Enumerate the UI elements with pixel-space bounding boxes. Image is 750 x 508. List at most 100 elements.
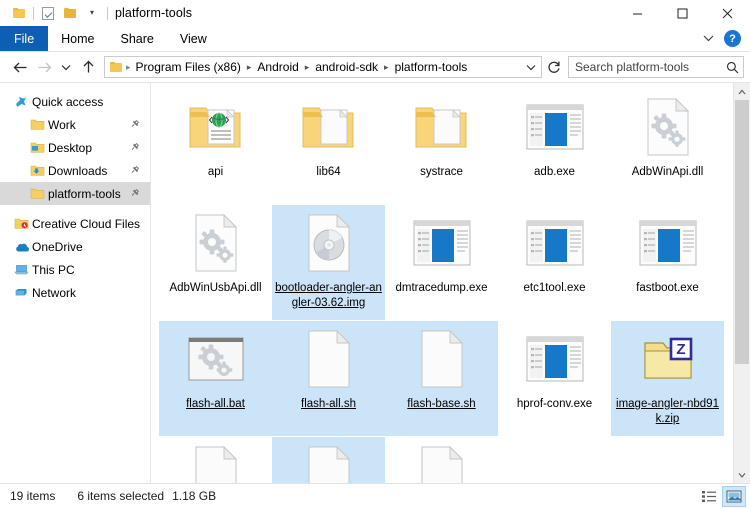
downloads-folder-icon [30, 164, 48, 177]
tab-file[interactable]: File [0, 26, 48, 51]
breadcrumb-arrow-2[interactable]: ▸ [384, 62, 389, 73]
sidebar-item-this-pc[interactable]: This PC [0, 258, 150, 281]
sidebar-label: platform-tools [48, 187, 121, 201]
file-tile[interactable]: systrace [385, 89, 498, 204]
this-pc-icon [14, 263, 32, 276]
breadcrumb-arrow-1[interactable]: ▸ [305, 62, 310, 73]
file-tile[interactable]: hprof-conv.exe [498, 321, 611, 436]
up-button[interactable] [76, 55, 100, 79]
tab-share[interactable]: Share [108, 26, 167, 51]
pin-icon[interactable] [130, 118, 140, 132]
search-input[interactable]: Search platform-tools [575, 60, 725, 74]
file-tile[interactable]: Z image-angler-nbd91k.zip [611, 321, 724, 436]
pin-icon[interactable] [130, 187, 140, 201]
sidebar-label: OneDrive [32, 240, 83, 254]
sidebar-label: Downloads [48, 164, 107, 178]
file-tile[interactable]: AdbWinUsbApi.dll [159, 205, 272, 320]
recent-locations-button[interactable] [56, 55, 76, 79]
file-tile[interactable]: lib64 [272, 89, 385, 204]
file-tile[interactable]: etc1tool.exe [498, 205, 611, 320]
navigation-pane: Quick access Work Desktop [0, 83, 151, 483]
file-name: AdbWinApi.dll [613, 165, 722, 180]
address-dropdown-icon[interactable] [523, 64, 539, 71]
qat-customize-caret-icon[interactable]: ▾ [81, 2, 103, 24]
sidebar-item-quick-access[interactable]: Quick access [0, 90, 150, 113]
sidebar-item-work[interactable]: Work [0, 113, 150, 136]
file-tile[interactable]: flash-base.sh [385, 321, 498, 436]
file-tile[interactable] [272, 437, 385, 483]
pin-icon[interactable] [130, 164, 140, 178]
qat-properties-icon[interactable] [37, 2, 59, 24]
details-view-button[interactable] [697, 486, 721, 507]
window-controls [615, 0, 750, 26]
ribbon-right-controls: ? [697, 26, 746, 51]
vertical-scrollbar[interactable] [733, 83, 750, 483]
breadcrumb-item-1[interactable]: Android [255, 59, 300, 75]
sidebar-item-network[interactable]: Network [0, 281, 150, 304]
file-name: dmtracedump.exe [387, 281, 496, 296]
breadcrumb-item-3[interactable]: platform-tools [393, 59, 470, 75]
file-tile[interactable]: AdbWinApi.dll [611, 89, 724, 204]
status-bar: 19 items 6 items selected 1.18 GB [0, 483, 750, 508]
file-tile[interactable]: dmtracedump.exe [385, 205, 498, 320]
folder-doc-icon [409, 93, 475, 161]
selection-size: 1.18 GB [172, 489, 216, 503]
blank-doc-icon [183, 441, 249, 483]
scroll-down-icon[interactable] [734, 466, 750, 483]
sidebar-item-onedrive[interactable]: OneDrive [0, 235, 150, 258]
breadcrumb-item-2[interactable]: android-sdk [313, 59, 380, 75]
tab-home[interactable]: Home [48, 26, 107, 51]
file-name: fastboot.exe [613, 281, 722, 296]
large-icons-view-button[interactable] [722, 486, 746, 507]
file-tile[interactable]: fastboot.exe [611, 205, 724, 320]
breadcrumb-arrow-0[interactable]: ▸ [247, 62, 252, 73]
file-tile[interactable]: flash-all.sh [272, 321, 385, 436]
sidebar-label: This PC [32, 263, 75, 277]
scrollbar-track[interactable] [734, 100, 750, 466]
file-tile[interactable]: adb.exe [498, 89, 611, 204]
qat-divider [33, 7, 34, 20]
close-button[interactable] [705, 0, 750, 26]
sidebar-item-creative-cloud-files[interactable]: Creative Cloud Files [0, 212, 150, 235]
help-button[interactable]: ? [724, 30, 741, 47]
file-explorer-window: ▾ platform-tools File Home Share View ? [0, 0, 750, 508]
creative-cloud-icon [14, 217, 32, 230]
file-name: lib64 [274, 165, 383, 180]
quick-access-toolbar: ▾ [8, 2, 103, 24]
refresh-button[interactable] [543, 56, 565, 78]
folder-html-icon [183, 93, 249, 161]
minimize-button[interactable] [615, 0, 660, 26]
tab-view[interactable]: View [167, 26, 220, 51]
expand-ribbon-icon[interactable] [697, 28, 719, 50]
sidebar-item-downloads[interactable]: Downloads [0, 159, 150, 182]
maximize-button[interactable] [660, 0, 705, 26]
file-tile[interactable] [385, 437, 498, 483]
qat-new-folder-icon[interactable] [59, 2, 81, 24]
file-tile[interactable]: api [159, 89, 272, 204]
scrollbar-thumb[interactable] [735, 100, 749, 364]
sidebar-label: Quick access [32, 95, 103, 109]
file-tile[interactable]: flash-all.bat [159, 321, 272, 436]
scroll-up-icon[interactable] [734, 83, 750, 100]
file-tile[interactable]: bootloader-angler-angler-03.62.img [272, 205, 385, 320]
search-box[interactable]: Search platform-tools [568, 56, 744, 78]
file-name: systrace [387, 165, 496, 180]
pin-icon[interactable] [130, 141, 140, 155]
file-grid: api lib64 [151, 83, 733, 483]
address-path-box[interactable]: ▸ Program Files (x86) ▸ Android ▸ androi… [104, 56, 542, 78]
sidebar-label: Desktop [48, 141, 92, 155]
sidebar-item-desktop[interactable]: Desktop [0, 136, 150, 159]
breadcrumb-item-0[interactable]: Program Files (x86) [134, 59, 243, 75]
exe-icon [522, 209, 588, 277]
file-tile[interactable] [159, 437, 272, 483]
file-name: etc1tool.exe [500, 281, 609, 296]
sidebar-label: Network [32, 286, 76, 300]
file-name: AdbWinUsbApi.dll [161, 281, 270, 296]
forward-button[interactable] [32, 55, 56, 79]
file-name: flash-all.bat [161, 397, 270, 412]
item-count: 19 items [10, 489, 55, 503]
sidebar-item-platform-tools[interactable]: platform-tools [0, 182, 150, 205]
qat-folder-icon[interactable] [8, 2, 30, 24]
dll-icon [183, 209, 249, 277]
back-button[interactable] [8, 55, 32, 79]
